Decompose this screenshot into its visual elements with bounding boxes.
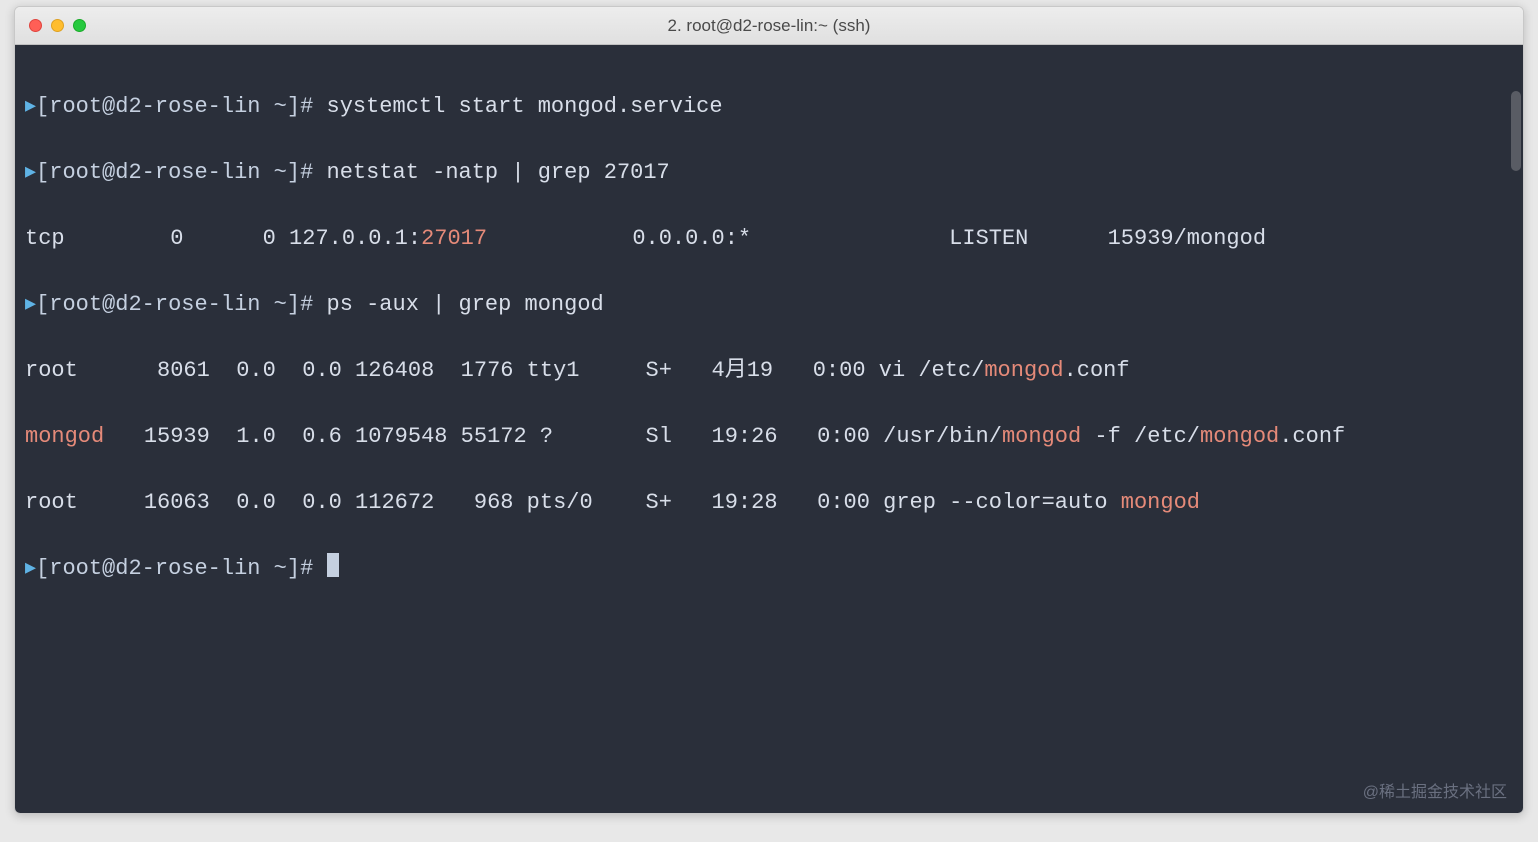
- prompt-arrow-icon: ▸: [25, 556, 36, 581]
- maximize-icon[interactable]: [73, 19, 86, 32]
- terminal-line: ▸[root@d2-rose-lin ~]# ps -aux | grep mo…: [25, 288, 1513, 321]
- output: 15939 1.0 0.6 1079548 55172 ? Sl 19:26 0…: [104, 424, 1002, 449]
- output: tcp 0 0 127.0.0.1:: [25, 226, 421, 251]
- watermark: @稀土掘金技术社区: [1363, 781, 1507, 805]
- terminal-line: root 8061 0.0 0.0 126408 1776 tty1 S+ 4月…: [25, 354, 1513, 387]
- terminal-line: ▸[root@d2-rose-lin ~]# netstat -natp | g…: [25, 156, 1513, 189]
- output: root 8061 0.0 0.0 126408 1776 tty1 S+ 4月…: [25, 358, 984, 383]
- highlight: mongod: [1200, 424, 1279, 449]
- terminal-body[interactable]: ▸[root@d2-rose-lin ~]# systemctl start m…: [15, 45, 1523, 813]
- prompt-arrow-icon: ▸: [25, 292, 36, 317]
- command: systemctl start mongod.service: [327, 94, 723, 119]
- output: 0.0.0.0:* LISTEN 15939/mongod: [487, 226, 1266, 251]
- highlight: mongod: [984, 358, 1063, 383]
- scrollbar[interactable]: [1511, 91, 1521, 171]
- minimize-icon[interactable]: [51, 19, 64, 32]
- terminal-line: tcp 0 0 127.0.0.1:27017 0.0.0.0:* LISTEN…: [25, 222, 1513, 255]
- terminal-window: 2. root@d2-rose-lin:~ (ssh) ▸[root@d2-ro…: [14, 6, 1524, 814]
- output: .conf: [1064, 358, 1130, 383]
- output: root 16063 0.0 0.0 112672 968 pts/0 S+ 1…: [25, 490, 1121, 515]
- prompt: [root@d2-rose-lin ~]#: [36, 94, 326, 119]
- terminal-line: ▸[root@d2-rose-lin ~]# systemctl start m…: [25, 90, 1513, 123]
- terminal-line: mongod 15939 1.0 0.6 1079548 55172 ? Sl …: [25, 420, 1513, 453]
- highlight: mongod: [1002, 424, 1081, 449]
- cursor-icon: [327, 553, 339, 577]
- terminal-line: root 16063 0.0 0.0 112672 968 pts/0 S+ 1…: [25, 486, 1513, 519]
- prompt: [root@d2-rose-lin ~]#: [36, 556, 326, 581]
- window-controls: [29, 19, 86, 32]
- window-title: 2. root@d2-rose-lin:~ (ssh): [29, 16, 1509, 36]
- highlight: mongod: [1121, 490, 1200, 515]
- close-icon[interactable]: [29, 19, 42, 32]
- prompt-arrow-icon: ▸: [25, 94, 36, 119]
- prompt: [root@d2-rose-lin ~]#: [36, 160, 326, 185]
- titlebar[interactable]: 2. root@d2-rose-lin:~ (ssh): [15, 7, 1523, 45]
- highlight: mongod: [25, 424, 104, 449]
- command: netstat -natp | grep 27017: [327, 160, 670, 185]
- terminal-line: ▸[root@d2-rose-lin ~]#: [25, 552, 1513, 585]
- prompt: [root@d2-rose-lin ~]#: [36, 292, 326, 317]
- output: .conf: [1279, 424, 1345, 449]
- highlight: 27017: [421, 226, 487, 251]
- output: -f /etc/: [1081, 424, 1200, 449]
- command: ps -aux | grep mongod: [327, 292, 604, 317]
- prompt-arrow-icon: ▸: [25, 160, 36, 185]
